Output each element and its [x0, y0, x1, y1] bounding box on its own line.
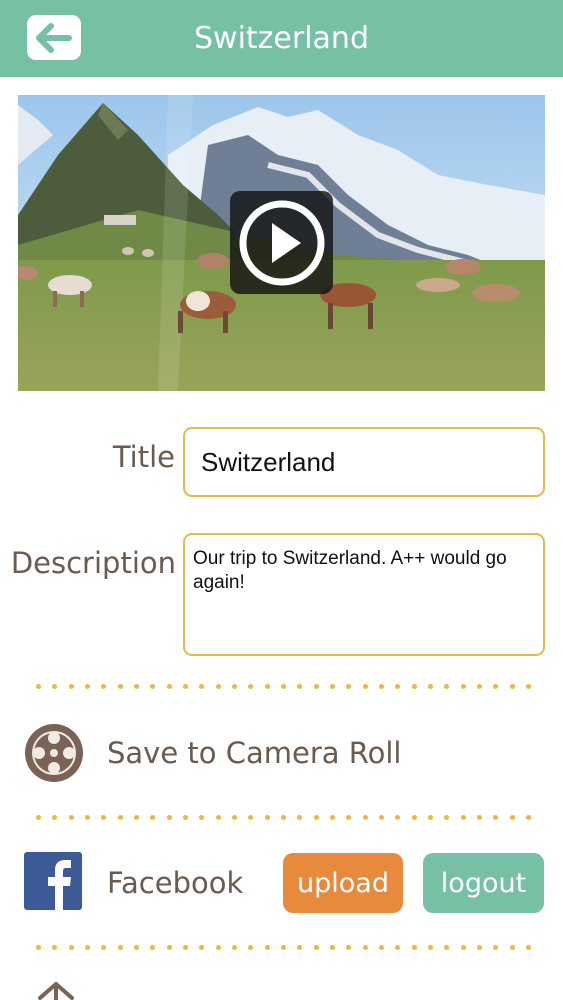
description-label: Description: [10, 546, 176, 580]
upload-button[interactable]: upload: [283, 853, 403, 913]
camera-roll-label: Save to Camera Roll: [107, 736, 402, 770]
divider: [36, 815, 531, 821]
play-icon: [239, 200, 324, 285]
film-reel-icon: [25, 724, 83, 782]
page-title: Switzerland: [194, 21, 369, 56]
title-label: Title: [112, 440, 175, 474]
divider: [36, 945, 531, 951]
description-input[interactable]: Our trip to Switzerland. A++ would go ag…: [183, 533, 545, 656]
share-icon[interactable]: [36, 980, 76, 1000]
divider: [36, 684, 531, 690]
facebook-label: Facebook: [107, 866, 244, 900]
play-button[interactable]: [230, 191, 333, 294]
logout-button[interactable]: logout: [423, 853, 544, 913]
title-input[interactable]: [183, 427, 545, 497]
video-thumbnail[interactable]: [18, 95, 545, 391]
facebook-icon: [24, 852, 82, 910]
nav-bar: Switzerland: [0, 0, 563, 77]
